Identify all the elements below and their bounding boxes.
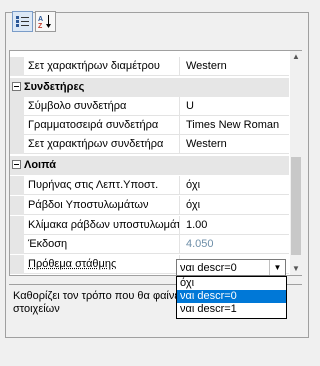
chevron-down-icon[interactable]: ▼: [269, 260, 285, 275]
row-margin: [10, 57, 24, 76]
category-misc[interactable]: Λοιπά: [10, 156, 289, 175]
select-value: ναι descr=0: [180, 262, 237, 274]
property-value[interactable]: Western: [180, 57, 289, 76]
row-margin: [10, 196, 24, 215]
property-row[interactable]: Έκδοση 4.050: [10, 235, 289, 254]
alphabetical-button[interactable]: A Z: [35, 11, 56, 32]
property-row[interactable]: Ράβδοι Υποστυλωμάτων όχι: [10, 196, 289, 215]
categorized-button[interactable]: [12, 11, 33, 32]
row-margin: [10, 176, 24, 195]
level-prefix-dropdown: όχι ναι descr=0 ναι descr=1: [176, 276, 287, 319]
collapse-icon[interactable]: [12, 82, 21, 91]
property-name: Σύμβολο συνδετήρα: [24, 97, 180, 116]
property-row[interactable]: Σύμβολο συνδετήρα U: [10, 97, 289, 116]
category-label: Λοιπά: [24, 159, 56, 171]
svg-text:Z: Z: [38, 23, 43, 29]
property-value[interactable]: U: [180, 97, 289, 116]
property-value[interactable]: όχι: [180, 176, 289, 195]
property-row[interactable]: Πυρήνας στις Λεπτ.Υποστ. όχι: [10, 176, 289, 195]
row-margin: [10, 97, 24, 116]
scroll-up-icon[interactable]: ▲: [290, 51, 302, 63]
property-value[interactable]: Western: [180, 135, 289, 154]
alphabetical-az-icon: A Z: [38, 15, 51, 29]
property-row[interactable]: Σετ χαρακτήρων διαμέτρου Western: [10, 57, 289, 76]
dropdown-option[interactable]: όχι: [177, 277, 286, 290]
property-name: Σετ χαρακτήρων συνδετήρα: [24, 135, 180, 154]
scroll-down-icon[interactable]: ▼: [290, 263, 302, 275]
dropdown-option-selected[interactable]: ναι descr=0: [177, 290, 286, 303]
property-grid: Σετ χαρακτήρων διαμέτρου Western Συνδετή…: [9, 50, 302, 276]
property-row[interactable]: Κλίμακα ράβδων υποστυλωμάτ 1.00: [10, 216, 289, 235]
property-row[interactable]: Σετ χαρακτήρων συνδετήρα Western: [10, 135, 289, 154]
categorized-icon: [16, 16, 29, 27]
property-name: Πυρήνας στις Λεπτ.Υποστ.: [24, 176, 180, 195]
vertical-scrollbar[interactable]: ▲ ▼: [290, 51, 302, 275]
level-prefix-select[interactable]: ναι descr=0 ▼: [176, 259, 286, 276]
collapse-icon[interactable]: [12, 160, 21, 169]
property-value[interactable]: Times New Roman: [180, 116, 289, 135]
row-margin: [10, 135, 24, 154]
category-label: Συνδετήρες: [24, 81, 85, 93]
property-name: Πρόθεμα στάθμης: [24, 255, 180, 274]
property-value[interactable]: όχι: [180, 196, 289, 215]
property-row[interactable]: Γραμματοσειρά συνδετήρα Times New Roman: [10, 116, 289, 135]
scroll-thumb[interactable]: [291, 157, 301, 255]
row-margin: [10, 216, 24, 235]
property-name: Σετ χαρακτήρων διαμέτρου: [24, 57, 180, 76]
property-name: Γραμματοσειρά συνδετήρα: [24, 116, 180, 135]
property-name: Ράβδοι Υποστυλωμάτων: [24, 196, 180, 215]
property-value[interactable]: 1.00: [180, 216, 289, 235]
row-margin: [10, 255, 24, 274]
svg-text:A: A: [38, 16, 43, 23]
property-value-readonly: 4.050: [180, 235, 289, 254]
row-margin: [10, 116, 24, 135]
dropdown-option[interactable]: ναι descr=1: [177, 303, 286, 316]
category-fasteners[interactable]: Συνδετήρες: [10, 78, 289, 97]
property-name: Έκδοση: [24, 235, 180, 254]
row-margin: [10, 235, 24, 254]
property-name: Κλίμακα ράβδων υποστυλωμάτ: [24, 216, 180, 235]
